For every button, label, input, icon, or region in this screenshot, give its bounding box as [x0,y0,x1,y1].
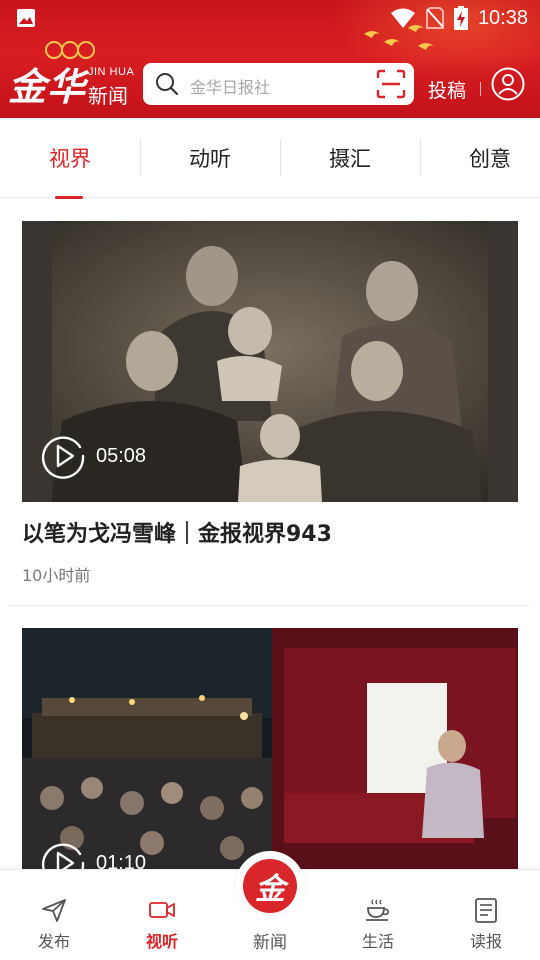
jin-logo-icon: 金 [243,859,297,913]
tab-shijie[interactable]: 视界 [0,118,140,198]
tab-chuangyi[interactable]: 创意 [420,118,540,198]
video-timestamp: 10小时前 [22,566,91,585]
logo-main-text: 金华 [8,64,87,109]
active-tab-indicator [55,196,83,199]
status-bar: 10:38 [0,0,540,36]
battery-icon [453,6,468,30]
video-thumbnail-family-photo[interactable]: 05:08 [22,221,518,502]
nav-label-news: 新闻 [253,933,287,953]
user-avatar-icon[interactable] [491,67,525,101]
jinhua-news-logo: 金华 JIN HUA 新闻 [8,38,138,110]
nav-item-news[interactable]: 金 [235,851,305,921]
tab-shehui[interactable]: 摄汇 [280,118,420,198]
nav-item-life[interactable]: 生活 [324,870,432,960]
search-bar[interactable]: 金华日报社 [143,63,414,105]
nav-item-publish[interactable]: 发布 [0,870,108,960]
image-notification-icon [17,9,35,27]
coffee-cup-icon [366,899,389,921]
video-play-overlay[interactable]: 05:08 [40,433,146,479]
send-icon [42,899,66,922]
video-title[interactable]: 以笔为戈冯雪峰｜金报视界943 [22,516,332,548]
category-tabs: 视界 动听 摄汇 创意 [0,118,540,198]
doves-decoration-icon [364,25,434,50]
newspaper-icon [475,898,497,923]
nav-label-publish: 发布 [37,932,70,951]
submit-article-button[interactable]: 投稿 [428,76,466,103]
status-time: 10:38 [477,6,528,29]
search-placeholder: 金华日报社 [190,78,271,97]
video-duration: 05:08 [96,444,147,467]
play-icon [41,436,85,479]
nav-item-newspaper[interactable]: 读报 [432,870,540,960]
video-icon [149,902,175,918]
video-thumbnail-night-show[interactable]: 01:10 [22,628,518,878]
search-icon [156,73,179,96]
header-divider [480,82,481,96]
tab-dongting[interactable]: 动听 [140,118,280,198]
app-header: 10:38 金华 JIN HUA 新闻 金华日报社 投稿 [0,0,540,118]
card-divider [10,605,530,606]
nav-label-life: 生活 [361,932,394,951]
nav-label-video: 视听 [145,932,178,951]
logo-news-text: 新闻 [88,84,128,108]
nav-item-video[interactable]: 视听 [108,870,216,960]
scan-icon[interactable] [376,69,406,99]
nav-label-newspaper: 读报 [469,932,502,951]
logo-english-text: JIN HUA [88,66,135,78]
